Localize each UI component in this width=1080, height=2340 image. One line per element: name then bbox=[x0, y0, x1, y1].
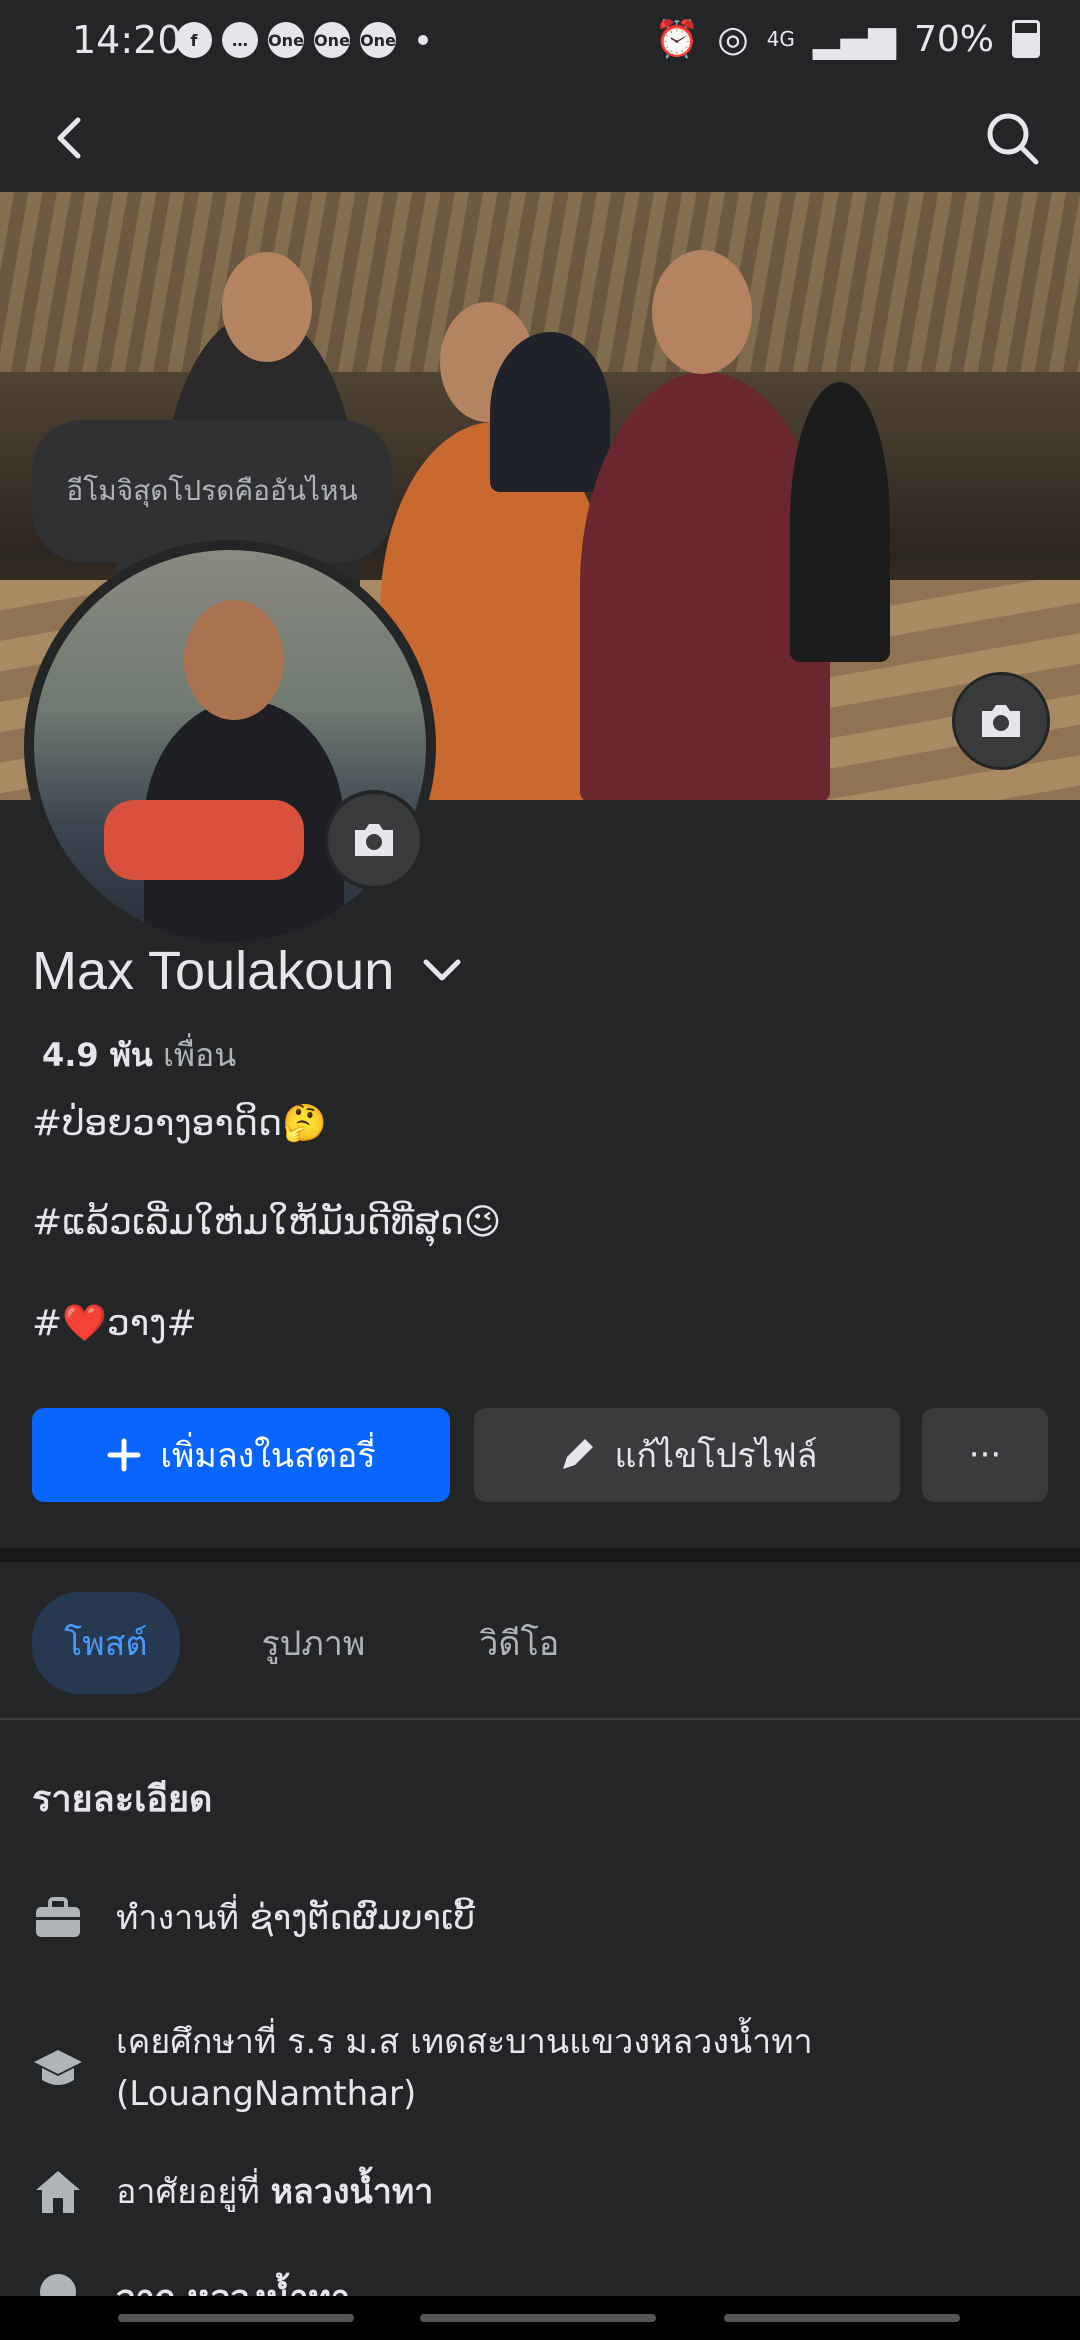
detail-education[interactable]: เคยศึกษาที่ ร.ร ม.ส เทดสะบานแขวงหลวงน้ำท… bbox=[32, 2016, 813, 2120]
more-notifications-dot bbox=[418, 35, 428, 45]
plus-icon bbox=[107, 1438, 141, 1472]
network-4g-icon: 4G bbox=[766, 27, 795, 51]
profile-tabs: โพสต์ รูปภาพ วิดีโอ bbox=[32, 1592, 591, 1694]
add-to-story-label: เพิ่มลงในสตอรี่ bbox=[160, 1436, 376, 1476]
bio-line: #❤️ວາງ# bbox=[32, 1303, 197, 1344]
avatar-toy bbox=[104, 800, 304, 880]
signal-icon: ▂▄▆ bbox=[812, 18, 896, 60]
chevron-down-icon bbox=[423, 959, 461, 981]
section-divider bbox=[0, 1548, 1080, 1562]
bio-line: #ປ່ອຍວາງອາດິດ🤔 bbox=[32, 1103, 327, 1144]
cover-person-head bbox=[652, 250, 752, 374]
notification-icons: f … One One One bbox=[176, 22, 428, 58]
avatar-person-head bbox=[184, 600, 284, 720]
camera-icon bbox=[355, 824, 393, 856]
tab-photos[interactable]: รูปภาพ bbox=[230, 1592, 398, 1694]
tab-posts[interactable]: โพสต์ bbox=[32, 1592, 180, 1694]
detail-education-line1: เคยศึกษาที่ ร.ร ม.ส เทดสะบานแขวงหลวงน้ำท… bbox=[116, 2022, 813, 2062]
detail-education-line2: (LouangNamthar) bbox=[116, 2074, 417, 2114]
avatar-camera-button[interactable] bbox=[324, 790, 424, 890]
nav-back[interactable] bbox=[724, 2314, 960, 2322]
top-bar bbox=[0, 84, 1080, 192]
status-time: 14:20 bbox=[72, 18, 182, 62]
profile-switch-button[interactable] bbox=[418, 952, 466, 992]
home-icon bbox=[32, 2166, 84, 2218]
camera-icon bbox=[982, 705, 1020, 737]
battery-icon bbox=[1012, 20, 1040, 58]
back-button[interactable] bbox=[40, 106, 104, 170]
one-icon: One bbox=[314, 22, 350, 58]
profile-avatar[interactable] bbox=[24, 540, 436, 952]
pencil-icon bbox=[562, 1439, 593, 1469]
one-icon: One bbox=[360, 22, 396, 58]
cover-camera-button[interactable] bbox=[952, 672, 1050, 770]
friends-number: 4.9 พัน bbox=[42, 1036, 153, 1074]
profile-name: Max Toulakoun bbox=[32, 941, 395, 1001]
one-icon: One bbox=[268, 22, 304, 58]
cover-person-head bbox=[222, 252, 312, 362]
graduation-cap-icon bbox=[32, 2042, 84, 2094]
detail-work[interactable]: ทำงานที่ ຊ່າງຕັດຜົມບາເບີ້ bbox=[32, 1892, 475, 1944]
edit-profile-button[interactable]: แก้ไขโปรไฟล์ bbox=[474, 1408, 900, 1502]
edit-profile-label: แก้ไขโปรไฟล์ bbox=[614, 1436, 818, 1476]
detail-lives-place: หลวงน้ำทา bbox=[270, 2172, 434, 2212]
system-nav-bar bbox=[0, 2296, 1080, 2340]
search-button[interactable] bbox=[980, 106, 1044, 170]
note-text: อีโมจิสุดโปรดคืออันไหน bbox=[66, 474, 358, 507]
detail-lives-text: อาศัยอยู่ที่ หลวงน้ำทา bbox=[116, 2166, 433, 2218]
detail-education-text: เคยศึกษาที่ ร.ร ม.ส เทดสะบานแขวงหลวงน้ำท… bbox=[116, 2016, 813, 2120]
messenger-icon: … bbox=[222, 22, 258, 58]
hotspot-icon: ◎ bbox=[717, 18, 749, 60]
friends-label: เพื่อน bbox=[162, 1036, 237, 1074]
facebook-icon: f bbox=[176, 22, 212, 58]
battery-percent: 70% bbox=[913, 18, 994, 60]
more-dots-icon: ··· bbox=[968, 1435, 1002, 1475]
search-icon bbox=[987, 113, 1039, 165]
nav-home[interactable] bbox=[420, 2314, 656, 2322]
detail-lives[interactable]: อาศัยอยู่ที่ หลวงน้ำทา bbox=[32, 2166, 433, 2218]
more-options-button[interactable]: ··· bbox=[922, 1408, 1048, 1502]
status-bar: 14:20 f … One One One ⏰ ◎ 4G ▂▄▆ 70% bbox=[0, 0, 1080, 84]
tab-videos[interactable]: วิดีโอ bbox=[447, 1592, 591, 1694]
friends-count[interactable]: 4.9 พัน เพื่อน bbox=[42, 1030, 236, 1081]
system-icons: ⏰ ◎ 4G ▂▄▆ 70% bbox=[654, 18, 1040, 60]
alarm-icon: ⏰ bbox=[654, 19, 700, 60]
cover-person bbox=[790, 382, 890, 662]
chevron-left-icon bbox=[57, 117, 81, 159]
cover-person bbox=[490, 332, 610, 492]
details-title: รายละเอียด bbox=[32, 1779, 213, 1820]
add-to-story-button[interactable]: เพิ่มลงในสตอรี่ bbox=[32, 1408, 450, 1502]
detail-lives-prefix: อาศัยอยู่ที่ bbox=[116, 2172, 260, 2212]
detail-work-text: ทำงานที่ ຊ່າງຕັດຜົມບາເບີ້ bbox=[116, 1898, 475, 1938]
bio-line: #ແລ້ວເລີ່ມໃຫ່ມໃຫ້ມັນດີທີ່ສຸດ😉 bbox=[32, 1202, 502, 1243]
tabs-divider bbox=[0, 1718, 1080, 1720]
battery-fill bbox=[1015, 32, 1037, 55]
briefcase-icon bbox=[32, 1892, 84, 1944]
nav-recents[interactable] bbox=[118, 2314, 354, 2322]
